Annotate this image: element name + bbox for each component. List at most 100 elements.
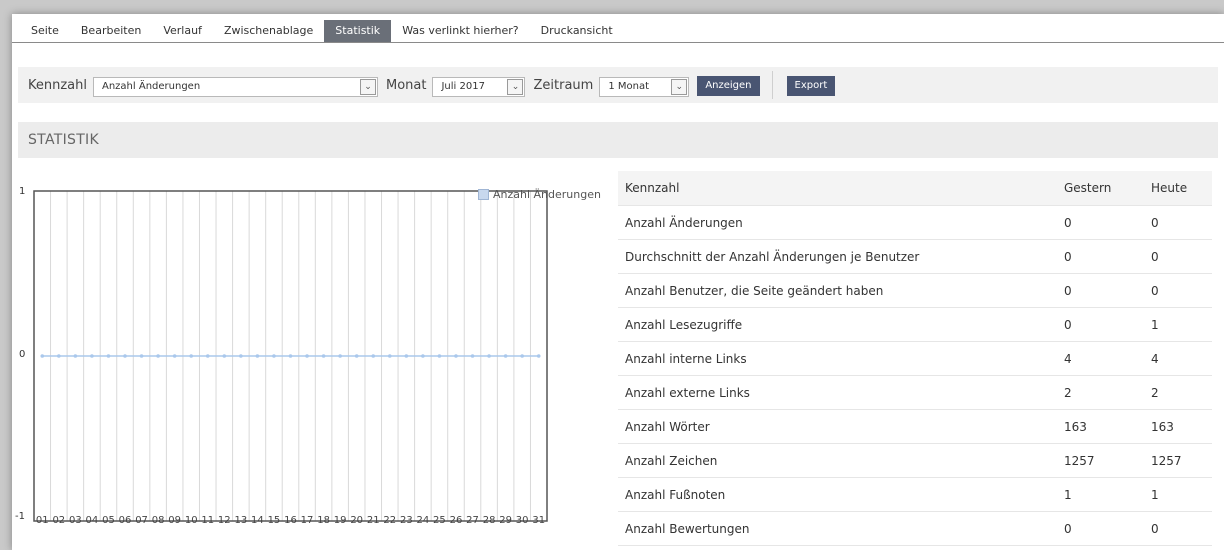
- cell-gestern: 1257: [1057, 443, 1144, 478]
- x-tick-label: 12: [217, 515, 231, 526]
- cell-kennzahl: Anzahl Wörter: [618, 409, 1057, 444]
- x-tick-label: 18: [317, 515, 330, 526]
- table-row: Durchschnitt der Anzahl Änderungen je Be…: [618, 239, 1212, 274]
- zeitraum-select[interactable]: 1 Monat ⌄: [599, 76, 690, 97]
- zeitraum-select-value: 1 Monat: [608, 80, 649, 92]
- data-point: [354, 354, 359, 358]
- tab-statistik[interactable]: Statistik: [324, 20, 392, 42]
- column-header-gestern: Gestern: [1057, 171, 1144, 206]
- chart-legend: Anzahl Änderungen: [478, 188, 601, 201]
- y-tick-label: 0: [19, 349, 26, 360]
- kennzahl-select[interactable]: Anzahl Änderungen ⌄: [93, 76, 378, 97]
- zeitraum-label: Zeitraum: [533, 77, 594, 93]
- table-row: Anzahl Benutzer, die Seite geändert habe…: [618, 273, 1212, 308]
- cell-gestern: 0: [1057, 511, 1144, 546]
- data-point: [305, 354, 309, 358]
- x-tick-label: 02: [52, 515, 66, 526]
- x-tick-label: 24: [416, 515, 430, 526]
- x-tick-label: 29: [499, 515, 512, 526]
- table-row: Anzahl externe Links 2 2: [618, 375, 1212, 410]
- data-point: [536, 354, 541, 358]
- cell-gestern: 2: [1057, 375, 1144, 410]
- chevron-down-icon[interactable]: ⌄: [360, 78, 376, 95]
- cell-heute: 163: [1144, 409, 1212, 444]
- cell-kennzahl: Anzahl Lesezugriffe: [618, 307, 1057, 342]
- table-row: Anzahl Wörter 163 163: [618, 409, 1212, 444]
- cell-kennzahl: Anzahl Änderungen: [618, 205, 1057, 240]
- table-body: Anzahl Änderungen 0 0 Durchschnitt der Anza…: [618, 205, 1212, 546]
- data-point: [73, 354, 78, 358]
- data-point: [371, 354, 376, 358]
- tab-bearbeiten[interactable]: Bearbeiten: [70, 20, 152, 42]
- data-point: [387, 354, 392, 358]
- cell-kennzahl: Anzahl Bewertungen: [618, 511, 1057, 546]
- data-point: [404, 354, 409, 358]
- tab-zwischenablage[interactable]: Zwischenablage: [213, 20, 324, 42]
- x-tick-label: 13: [234, 515, 248, 526]
- data-point: [57, 354, 61, 358]
- x-tick-label: 30: [515, 515, 529, 526]
- x-tick-label: 19: [333, 515, 347, 526]
- table-row: Anzahl interne Links 4 4: [618, 341, 1212, 376]
- data-point: [156, 354, 160, 358]
- x-tick-label: 17: [300, 515, 314, 526]
- x-tick-label: 26: [449, 515, 463, 526]
- table-row: Anzahl Fußnoten 1 1: [618, 477, 1212, 512]
- chevron-down-icon[interactable]: ⌄: [671, 78, 688, 95]
- cell-kennzahl: Durchschnitt der Anzahl Änderungen je Be…: [618, 239, 1057, 274]
- chart-svg: [33, 190, 548, 522]
- statistics-table: Kennzahl Gestern Heute Anzahl Änderungen…: [618, 171, 1212, 546]
- x-tick-label: 21: [366, 515, 380, 526]
- cell-gestern: 0: [1057, 239, 1144, 274]
- tab-verlauf[interactable]: Verlauf: [152, 20, 213, 42]
- monat-select[interactable]: Juli 2017 ⌄: [432, 76, 526, 97]
- kennzahl-label: Kennzahl: [28, 77, 87, 93]
- x-tick-label: 27: [466, 515, 479, 526]
- x-tick-label: 22: [383, 515, 397, 526]
- anzeigen-button[interactable]: Anzeigen: [697, 76, 760, 96]
- cell-kennzahl: Anzahl Fußnoten: [618, 477, 1057, 512]
- monat-label: Monat: [386, 77, 427, 93]
- tab-seite[interactable]: Seite: [20, 20, 70, 42]
- table-row: Anzahl Bewertungen 0 0: [618, 511, 1212, 546]
- data-point: [487, 354, 491, 358]
- toolbar-divider: [771, 71, 773, 99]
- cell-heute: 4: [1144, 341, 1212, 376]
- cell-gestern: 0: [1057, 273, 1144, 308]
- table-row: Anzahl Zeichen 1257 1257: [618, 443, 1212, 478]
- y-tick-label: -1: [15, 511, 25, 522]
- cell-heute: 0: [1144, 511, 1212, 546]
- cell-kennzahl: Anzahl interne Links: [618, 341, 1057, 376]
- tab-druckansicht[interactable]: Druckansicht: [530, 20, 624, 42]
- x-tick-label: 31: [532, 515, 546, 526]
- column-header-heute: Heute: [1144, 171, 1212, 206]
- chevron-down-icon[interactable]: ⌄: [507, 78, 524, 95]
- data-point: [503, 354, 508, 358]
- tab-was-verlinkt-hierher[interactable]: Was verlinkt hierher?: [391, 20, 529, 42]
- export-button[interactable]: Export: [786, 76, 836, 96]
- data-point: [40, 354, 45, 358]
- data-point: [338, 354, 342, 358]
- table-row: Anzahl Lesezugriffe 0 1: [618, 307, 1212, 342]
- data-point: [421, 354, 425, 358]
- x-tick-label: 16: [284, 515, 297, 526]
- legend-swatch: [478, 189, 489, 200]
- data-point: [222, 354, 227, 358]
- statistics-toolbar: Kennzahl Anzahl Änderungen ⌄ Monat Juli …: [18, 67, 1218, 103]
- data-point: [123, 354, 127, 358]
- data-point: [90, 354, 94, 358]
- cell-gestern: 4: [1057, 341, 1144, 376]
- x-tick-label: 23: [399, 515, 413, 526]
- x-tick-label: 11: [201, 515, 215, 526]
- data-point: [437, 354, 442, 358]
- x-tick-label: 08: [151, 515, 165, 526]
- x-tick-label: 25: [433, 515, 446, 526]
- data-point: [470, 354, 475, 358]
- cell-heute: 1: [1144, 477, 1212, 512]
- data-point: [139, 354, 144, 358]
- x-tick-label: 05: [102, 515, 115, 526]
- x-tick-label: 04: [85, 515, 99, 526]
- table-header-row: Kennzahl Gestern Heute: [618, 171, 1212, 206]
- statistics-chart: 1 0 -1 01 02 03 04 05 06 07 08 09 10 11 12 13 14 15 16 17 18…: [12, 169, 612, 549]
- statistics-window: Seite Bearbeiten Verlauf Zwischenablage …: [12, 14, 1224, 550]
